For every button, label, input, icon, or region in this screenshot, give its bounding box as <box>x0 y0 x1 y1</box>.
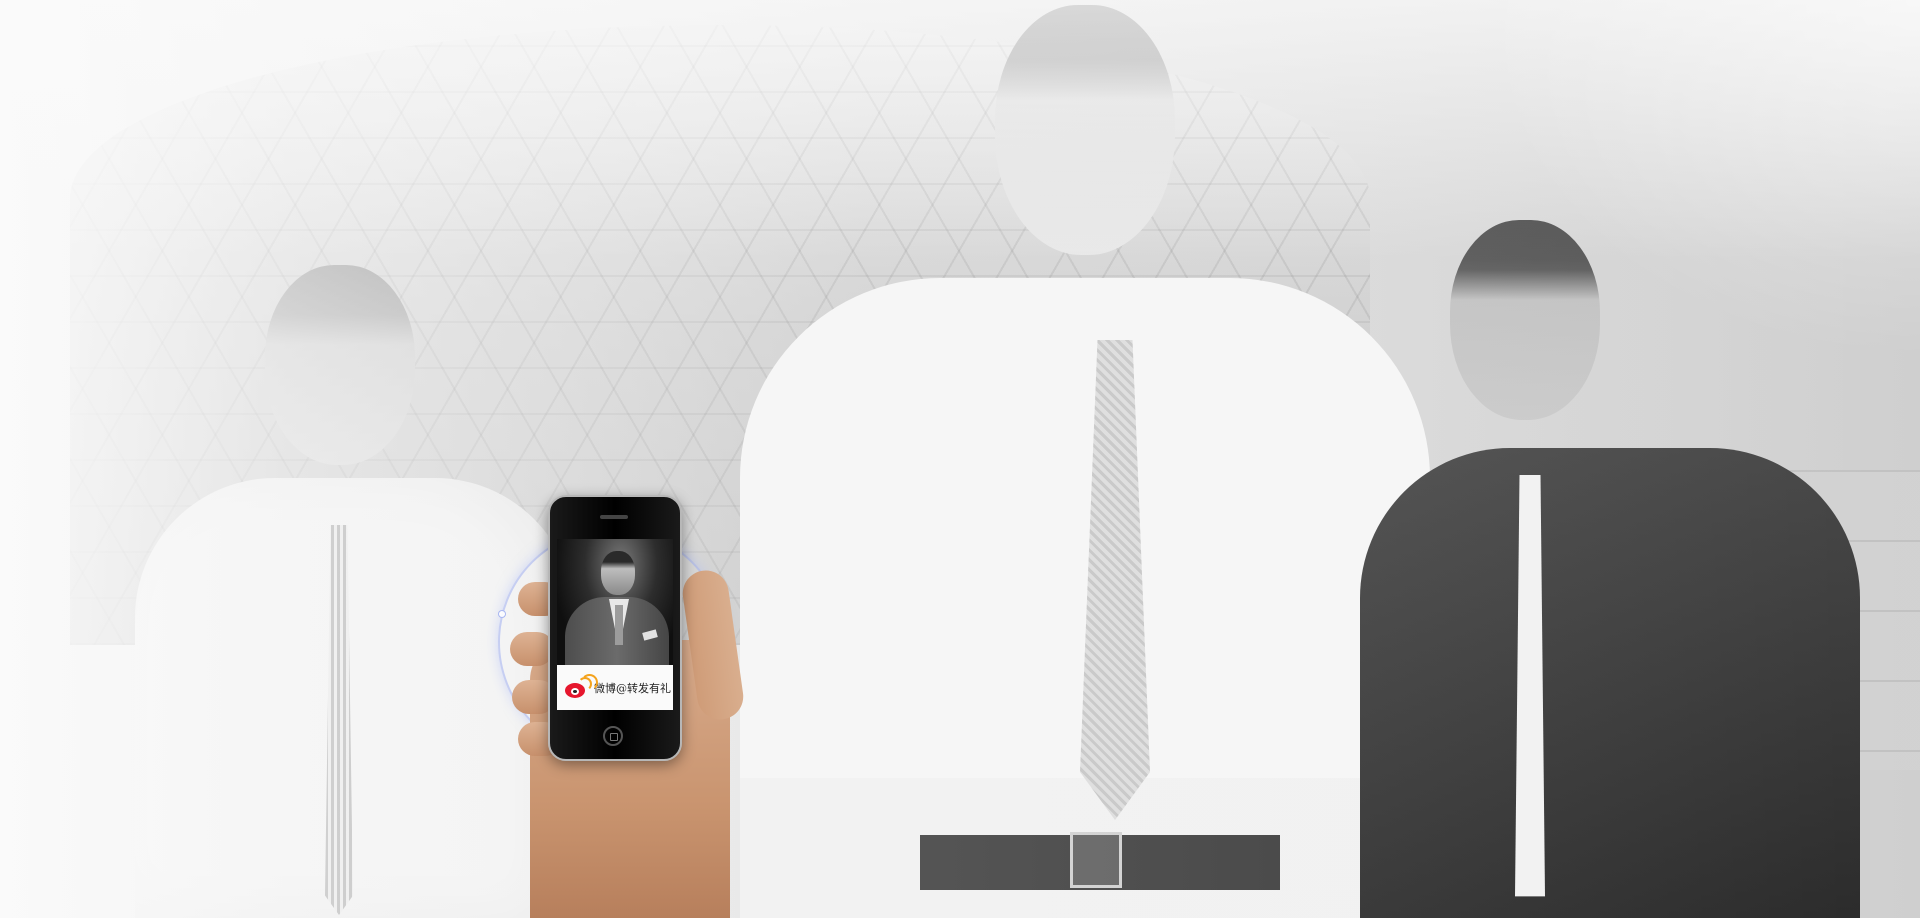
right-glow-overlay <box>1400 0 1920 420</box>
phone-speaker <box>600 515 628 519</box>
hero-banner: 微博@转发有礼 <box>0 0 1920 918</box>
screen-model-head <box>601 551 635 595</box>
weibo-promo-banner[interactable]: 微博@转发有礼 <box>557 665 673 710</box>
ring-dot-left <box>498 610 506 618</box>
weibo-icon <box>564 673 598 699</box>
phone-device[interactable]: 微博@转发有礼 <box>548 495 682 761</box>
screen-model-tie <box>615 605 623 645</box>
phone-home-button-icon <box>603 726 623 746</box>
screen-model-photo <box>557 539 673 667</box>
phone-screen[interactable]: 微博@转发有礼 <box>557 539 673 710</box>
weibo-promo-text: 微博@转发有礼 <box>594 681 671 695</box>
